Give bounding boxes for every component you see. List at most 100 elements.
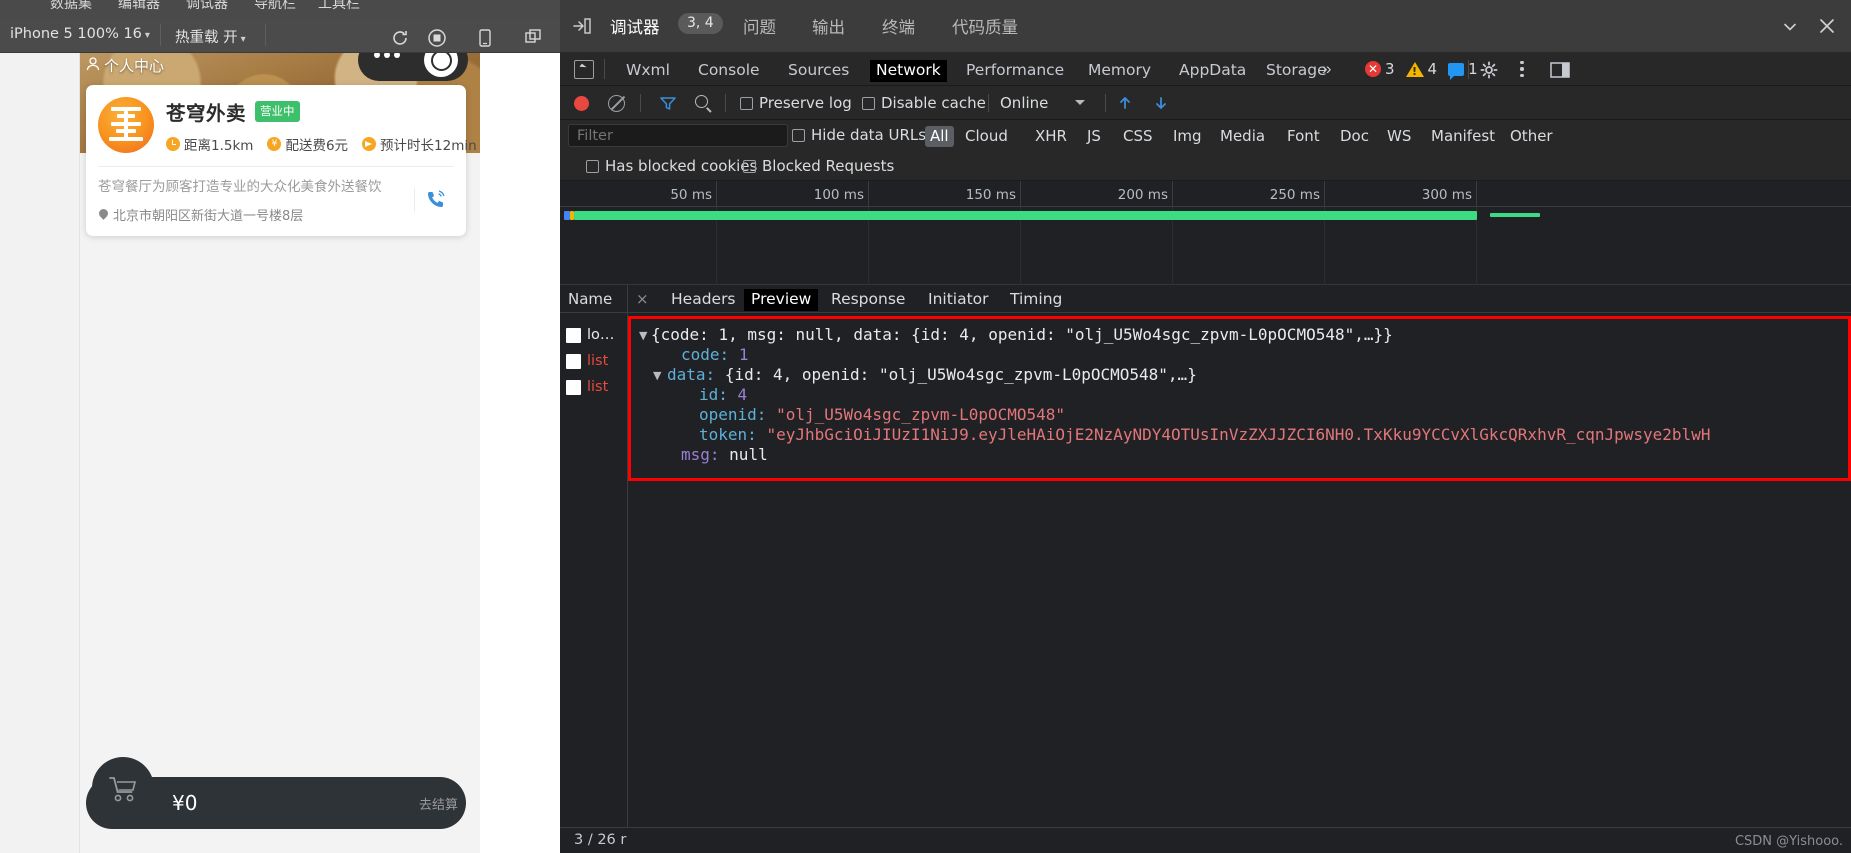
- capsule-target-icon[interactable]: [424, 53, 458, 77]
- disable-cache-checkbox[interactable]: Disable cache: [862, 94, 986, 112]
- more-tabs-icon[interactable]: »: [1322, 59, 1331, 79]
- request-list-item[interactable]: list: [566, 379, 608, 395]
- json-openid-line: openid: "olj_U5Wo4sgc_zpvm-L0pOCMO548": [699, 405, 1065, 425]
- blocked-requests-checkbox[interactable]: Blocked Requests: [743, 157, 894, 175]
- tab-timing[interactable]: Timing: [1003, 289, 1069, 311]
- resource-type-js[interactable]: JS: [1082, 126, 1106, 147]
- tab-debugger[interactable]: 调试器: [610, 14, 660, 38]
- resource-type-font[interactable]: Font: [1282, 126, 1325, 147]
- menu-item[interactable]: 数据集: [50, 0, 92, 13]
- resource-type-doc[interactable]: Doc: [1335, 126, 1374, 147]
- resource-type-other[interactable]: Other: [1505, 126, 1558, 147]
- filter-input[interactable]: [568, 124, 788, 147]
- json-token-key: token:: [699, 425, 757, 444]
- network-timeline-overview[interactable]: 50 ms 100 ms 150 ms 200 ms 250 ms 300 ms: [560, 181, 1851, 285]
- resource-type-xhr[interactable]: XHR: [1030, 126, 1072, 147]
- tab-terminal[interactable]: 终端: [882, 14, 915, 38]
- request-list-item[interactable]: lo…: [566, 327, 614, 343]
- expand-panel-icon[interactable]: [572, 16, 592, 41]
- preserve-log-checkbox[interactable]: Preserve log: [740, 94, 852, 112]
- warning-counter[interactable]: 4: [1406, 60, 1438, 78]
- menu-item[interactable]: 工具栏: [318, 0, 360, 13]
- menu-item[interactable]: 调试器: [186, 0, 228, 13]
- inspect-element-icon[interactable]: [574, 60, 594, 79]
- refresh-icon[interactable]: [390, 28, 410, 48]
- json-id-value: 4: [738, 385, 748, 404]
- phone-icon[interactable]: [414, 188, 454, 212]
- tab-headers[interactable]: Headers: [664, 289, 743, 311]
- tab-network[interactable]: Network: [870, 60, 947, 82]
- tab-console[interactable]: Console: [692, 60, 766, 82]
- resource-type-all[interactable]: All: [925, 126, 954, 147]
- tab-code-quality[interactable]: 代码质量: [952, 14, 1018, 38]
- throttling-selector[interactable]: Online: [1000, 94, 1048, 112]
- tab-memory[interactable]: Memory: [1082, 60, 1157, 82]
- search-icon[interactable]: [695, 95, 708, 108]
- has-blocked-cookies-label: Has blocked cookies: [605, 157, 757, 175]
- tab-issues[interactable]: 问题: [743, 14, 776, 38]
- stop-icon[interactable]: [427, 28, 447, 48]
- simulator-floating-controls[interactable]: [358, 53, 468, 81]
- json-msg-key: msg:: [681, 445, 720, 464]
- device-preview-icon[interactable]: [475, 28, 495, 48]
- tab-response[interactable]: Response: [824, 289, 912, 311]
- request-name-header[interactable]: Name: [560, 285, 628, 313]
- close-icon[interactable]: [1817, 16, 1837, 36]
- simulator-gutter-left: [0, 53, 80, 853]
- resource-type-cloud[interactable]: Cloud: [960, 126, 1013, 147]
- menu-item[interactable]: 导航栏: [254, 0, 296, 13]
- json-preview-box[interactable]: ▼ {code: 1, msg: null, data: {id: 4, ope…: [628, 316, 1851, 481]
- tab-wxml[interactable]: Wxml: [620, 60, 676, 82]
- resource-type-media[interactable]: Media: [1215, 126, 1270, 147]
- info-counter[interactable]: 1: [1448, 60, 1478, 78]
- device-selector[interactable]: iPhone 5 100% 16▾: [10, 26, 150, 42]
- hide-data-urls-label: Hide data URLs: [811, 126, 926, 144]
- resource-type-ws[interactable]: WS: [1382, 126, 1416, 147]
- dock-side-icon[interactable]: [1550, 61, 1570, 84]
- request-list-item[interactable]: list: [566, 353, 608, 369]
- filter-funnel-icon[interactable]: [660, 96, 676, 116]
- export-har-icon[interactable]: [1152, 94, 1170, 117]
- tab-preview[interactable]: Preview: [744, 289, 818, 311]
- error-counter[interactable]: ✕ 3: [1365, 60, 1395, 78]
- json-openid-key: openid:: [699, 405, 766, 424]
- chevron-down-icon[interactable]: [1075, 100, 1085, 105]
- devtools-panel: 调试器 3, 4 问题 输出 终端 代码质量 Wxml Console Sour…: [560, 0, 1851, 853]
- tab-sources[interactable]: Sources: [782, 60, 855, 82]
- tab-output[interactable]: 输出: [812, 14, 845, 38]
- hot-reload-selector[interactable]: 热重载 开▾: [175, 26, 246, 47]
- hide-data-urls-checkbox[interactable]: Hide data URLs: [792, 126, 926, 144]
- json-root-mid2: , data: {id:: [834, 325, 959, 344]
- checkbox-box: [792, 129, 805, 142]
- import-har-icon[interactable]: [1116, 94, 1134, 117]
- close-detail-icon[interactable]: ×: [636, 290, 649, 308]
- more-vertical-icon[interactable]: [1520, 61, 1524, 77]
- resource-type-css[interactable]: CSS: [1118, 126, 1158, 147]
- json-msg-line: msg: null: [681, 445, 768, 465]
- cart-icon[interactable]: [92, 757, 154, 819]
- tab-appdata[interactable]: AppData: [1173, 60, 1252, 82]
- chevron-down-icon[interactable]: [1781, 18, 1799, 41]
- separate-window-icon[interactable]: [523, 28, 543, 48]
- network-toolbar: Preserve log Disable cache Online: [560, 86, 1851, 120]
- gear-icon[interactable]: [1480, 61, 1498, 84]
- clear-icon[interactable]: [608, 95, 625, 112]
- json-data-value: {id: 4, openid: "olj_U5Wo4sgc_zpvm-L0pOC…: [725, 365, 1197, 384]
- timeline-tick-label: 250 ms: [1224, 187, 1320, 203]
- tab-initiator[interactable]: Initiator: [921, 289, 996, 311]
- record-icon[interactable]: [574, 96, 589, 111]
- menu-item[interactable]: 编辑器: [118, 0, 160, 13]
- tab-performance[interactable]: Performance: [960, 60, 1070, 82]
- expand-triangle-icon[interactable]: ▼: [653, 369, 661, 382]
- resource-type-img[interactable]: Img: [1168, 126, 1207, 147]
- more-dots-icon[interactable]: [374, 53, 400, 58]
- hero-badge-label: 个人中心: [104, 55, 164, 76]
- network-lower-pane: Name lo… list list × Headers: [560, 285, 1851, 830]
- timeline-request-bar: [1490, 213, 1540, 217]
- resource-type-manifest[interactable]: Manifest: [1426, 126, 1500, 147]
- preserve-log-label: Preserve log: [759, 94, 852, 112]
- has-blocked-cookies-checkbox[interactable]: Has blocked cookies: [586, 157, 757, 175]
- checkout-button[interactable]: 去结算: [419, 794, 458, 813]
- expand-triangle-icon[interactable]: ▼: [639, 329, 647, 342]
- cart-bar[interactable]: ¥0 去结算: [86, 777, 466, 829]
